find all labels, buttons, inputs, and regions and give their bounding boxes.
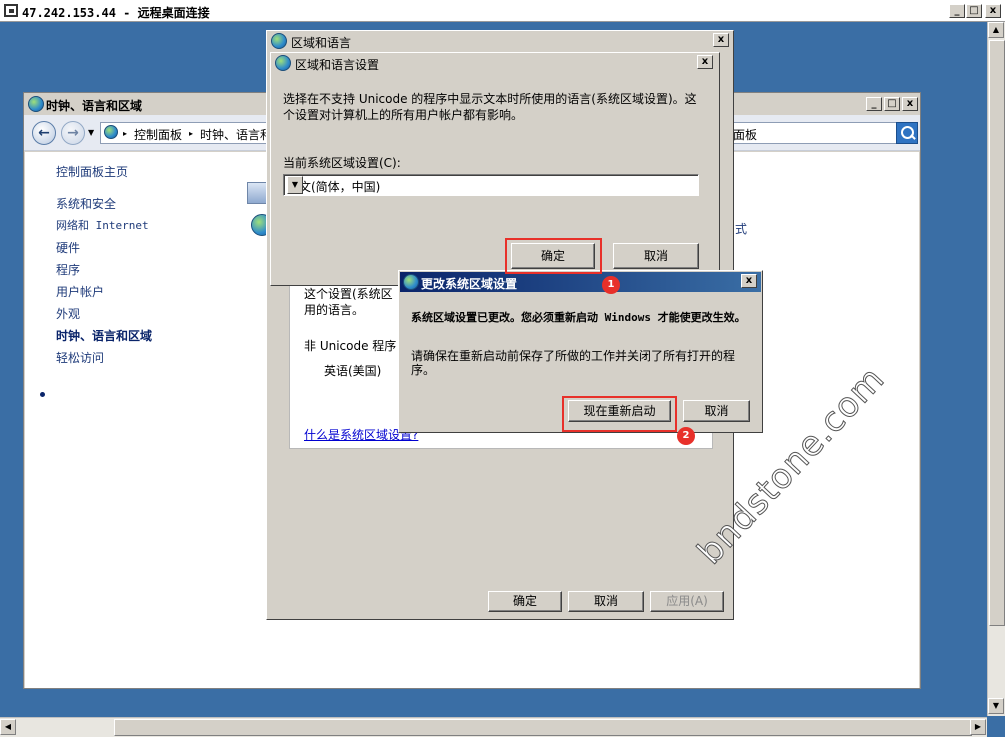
- system-locale-select[interactable]: 中文(简体，中国) ▼: [283, 174, 699, 196]
- rdp-vertical-scrollbar[interactable]: ▲ ▼: [987, 22, 1005, 716]
- forward-arrow-icon[interactable]: →: [61, 121, 85, 145]
- region-settings-dialog: 区域和语言设置 x 选择在不支持 Unicode 的程序中显示文本时所使用的语言…: [270, 52, 720, 286]
- sidebar-item-home[interactable]: 控制面板主页: [56, 163, 128, 180]
- sidebar-item-system-security[interactable]: 系统和安全: [56, 195, 116, 212]
- rdp-maximize-button[interactable]: □: [966, 4, 982, 18]
- rdp-close-button[interactable]: x: [985, 4, 1001, 18]
- region-dialog-icon: [271, 33, 287, 49]
- scroll-right-icon[interactable]: ▶: [970, 719, 986, 735]
- current-language-value: 英语(美国): [324, 364, 382, 378]
- restart-dialog-titlebar: 更改系统区域设置 x: [400, 272, 761, 292]
- cp-close-button[interactable]: x: [902, 97, 918, 111]
- region-ok-button[interactable]: 确定: [488, 591, 562, 612]
- sidebar-item-programs[interactable]: 程序: [56, 261, 80, 278]
- remote-desktop-icon: [4, 4, 18, 17]
- step-marker-1: 1: [602, 276, 620, 294]
- back-arrow-icon[interactable]: ←: [32, 121, 56, 145]
- non-unicode-label: 非 Unicode 程序: [304, 339, 397, 353]
- scroll-down-icon[interactable]: ▼: [988, 698, 1004, 714]
- restart-dialog-icon: [403, 274, 419, 290]
- control-panel-icon: [104, 125, 118, 139]
- current-locale-label: 当前系统区域设置(C):: [283, 156, 401, 170]
- clock-language-icon: [28, 96, 44, 112]
- settings-dialog-icon: [275, 55, 291, 71]
- restart-message: 系统区域设置已更改。您必须重新启动 Windows 才能使更改生效。: [411, 311, 746, 324]
- panel-desc-line2: 用的语言。: [304, 303, 365, 317]
- sidebar-item-appearance[interactable]: 外观: [56, 305, 80, 322]
- settings-cancel-button[interactable]: 取消: [613, 243, 699, 269]
- rdp-titlebar: 47.242.153.44 - 远程桌面连接 _ □ x: [0, 0, 1005, 22]
- restart-dialog-close-button[interactable]: x: [741, 274, 757, 288]
- region-dialog-title: 区域和语言: [291, 36, 352, 50]
- search-icon[interactable]: [896, 122, 918, 144]
- restart-cancel-button[interactable]: 取消: [683, 400, 750, 422]
- cp-maximize-button[interactable]: □: [884, 97, 900, 111]
- settings-dialog-title: 区域和语言设置: [295, 58, 380, 72]
- rdp-minimize-button[interactable]: _: [949, 4, 965, 18]
- rdp-horizontal-scrollbar[interactable]: ◀ ▶: [0, 717, 987, 737]
- region-dialog-titlebar: 区域和语言 x: [267, 31, 733, 51]
- region-cancel-button[interactable]: 取消: [568, 591, 644, 612]
- search-input[interactable]: 面板: [730, 122, 898, 144]
- settings-description: 选择在不支持 Unicode 的程序中显示文本时所使用的语言(系统区域设置)。这…: [283, 92, 697, 122]
- active-bullet-icon: [40, 392, 45, 397]
- sidebar-item-network[interactable]: 网络和 Internet: [56, 217, 149, 233]
- rdp-window-title: 47.242.153.44 - 远程桌面连接: [22, 6, 210, 20]
- horizontal-scroll-thumb[interactable]: [114, 719, 972, 736]
- scroll-up-icon[interactable]: ▲: [988, 22, 1004, 38]
- highlight-restart-box: [562, 396, 677, 432]
- breadcrumb-control-panel[interactable]: 控制面板: [134, 126, 182, 143]
- highlight-ok-box: [505, 238, 602, 274]
- address-chevron-icon: ▸: [123, 129, 128, 138]
- region-dialog-close-button[interactable]: x: [713, 33, 729, 47]
- sidebar-item-clock-language[interactable]: 时钟、语言和区域: [56, 327, 152, 344]
- sidebar-item-hardware[interactable]: 硬件: [56, 239, 80, 256]
- control-panel-title: 时钟、语言和区域: [46, 99, 143, 113]
- panel-desc-line1: 这个设置(系统区: [304, 287, 393, 301]
- vertical-scroll-thumb[interactable]: [989, 40, 1005, 626]
- breadcrumb-current[interactable]: 时钟、语言和: [200, 126, 272, 143]
- scroll-left-icon[interactable]: ◀: [0, 719, 16, 735]
- restart-dialog-title: 更改系统区域设置: [421, 277, 518, 291]
- sidebar-item-ease-of-access[interactable]: 轻松访问: [56, 349, 104, 366]
- history-chevron-down-icon[interactable]: ▼: [88, 128, 94, 137]
- settings-dialog-titlebar: 区域和语言设置 x: [271, 53, 719, 73]
- cp-minimize-button[interactable]: _: [866, 97, 882, 111]
- region-apply-button[interactable]: 应用(A): [650, 591, 724, 612]
- restart-hint: 请确保在重新启动前保存了所做的工作并关闭了所有打开的程序。: [411, 349, 736, 377]
- chevron-down-icon[interactable]: ▼: [287, 176, 303, 194]
- sidebar-item-user-accounts[interactable]: 用户帐户: [56, 283, 104, 300]
- settings-dialog-close-button[interactable]: x: [697, 55, 713, 69]
- search-input-text: 面板: [733, 128, 758, 142]
- step-marker-2: 2: [677, 427, 695, 445]
- category-link-fragment[interactable]: 式: [735, 220, 747, 237]
- breadcrumb-chevron-icon: ▸: [189, 129, 194, 138]
